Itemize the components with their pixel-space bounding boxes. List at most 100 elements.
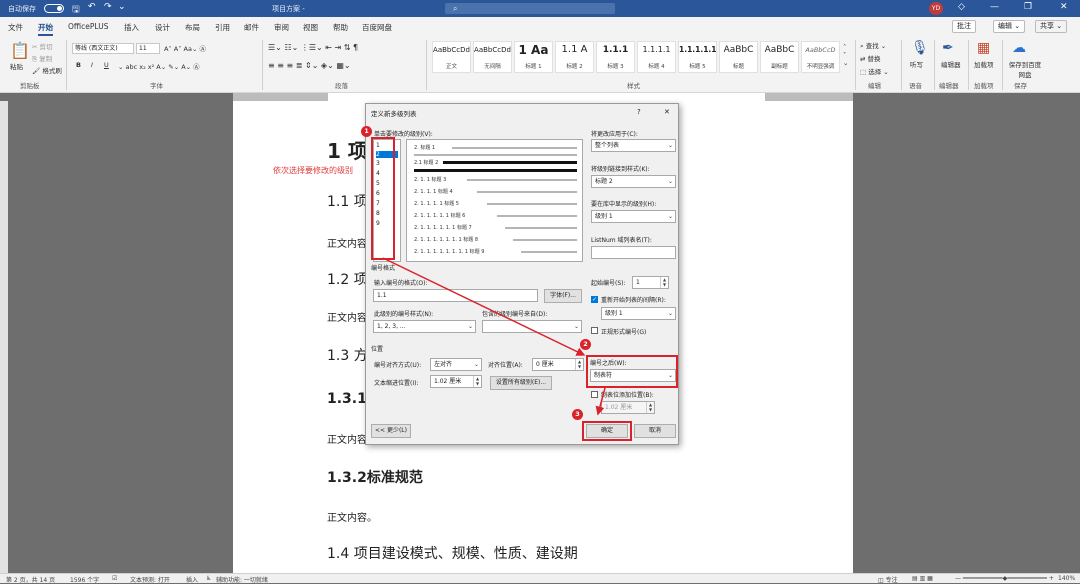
- select-button[interactable]: ⬚ 选择 ⌄: [860, 66, 889, 76]
- link-style-select[interactable]: 标题 2 ⌄: [591, 175, 676, 188]
- close-button[interactable]: ✕: [1060, 2, 1068, 12]
- qat-more-icon[interactable]: ⌄: [118, 2, 126, 12]
- copy-button[interactable]: ⎘ 复制: [32, 53, 52, 64]
- style-title[interactable]: AaBbC 标题: [719, 41, 758, 73]
- font-button[interactable]: 字体(F)...: [544, 289, 582, 303]
- paste-label[interactable]: 粘贴: [10, 61, 23, 71]
- bold-button[interactable]: B: [76, 61, 81, 69]
- search-box[interactable]: ⌕: [445, 3, 615, 14]
- heading-2[interactable]: 1.1 项: [327, 191, 368, 211]
- font-grow-icon[interactable]: A˄ A˅ Aa⌄ Ⓐ: [164, 43, 206, 53]
- zoom-level[interactable]: 140%: [1058, 575, 1075, 582]
- dialog-close-button[interactable]: ✕: [664, 108, 670, 116]
- autosave-toggle[interactable]: [44, 4, 64, 13]
- italic-button[interactable]: I: [91, 61, 93, 69]
- view-buttons-icon[interactable]: ▤ ▥ ▦: [912, 575, 933, 582]
- set-all-levels-button[interactable]: 设置所有级别(E)...: [490, 376, 552, 390]
- tab-stop-checkbox[interactable]: [591, 391, 598, 398]
- proofing-icon[interactable]: ☑: [112, 575, 117, 582]
- style-heading-2[interactable]: 1.1 A 标题 2: [555, 41, 594, 73]
- spin-arrows-icon[interactable]: ▲ ▼: [473, 376, 481, 387]
- styles-scroll-icon[interactable]: ˄ ˅ ⌄: [843, 43, 848, 67]
- tab-officeplus[interactable]: OfficePLUS: [68, 22, 108, 31]
- text-indent-input[interactable]: 1.02 厘米 ▲ ▼: [430, 375, 482, 388]
- redo-icon[interactable]: ↷: [104, 2, 112, 12]
- number-style-select[interactable]: 1, 2, 3, ... ⌄: [373, 320, 476, 333]
- alignment-select[interactable]: 左对齐 ⌄: [430, 358, 482, 371]
- replace-button[interactable]: ⇄ 替换: [860, 53, 881, 63]
- vertical-ruler[interactable]: [0, 101, 8, 573]
- less-button[interactable]: << 更少(L): [371, 424, 411, 438]
- addins-label[interactable]: 加载项: [974, 59, 994, 69]
- dictate-label[interactable]: 听写: [910, 59, 923, 69]
- style-subtitle[interactable]: AaBbC 副标题: [760, 41, 799, 73]
- heading-2[interactable]: 1.3 方: [327, 345, 368, 365]
- format-painter-button[interactable]: 🖌 格式刷: [32, 65, 62, 75]
- style-heading-3[interactable]: 1.1.1 标题 3: [596, 41, 635, 73]
- body-paragraph[interactable]: 正文内容: [327, 235, 367, 250]
- body-paragraph[interactable]: 正文内容。: [327, 509, 377, 524]
- list-buttons-icon[interactable]: ☰⌄ ☷⌄ ⋮☰⌄ ⇤ ⇥ ⇅ ¶: [268, 43, 358, 52]
- style-heading-4[interactable]: 1.1.1.1 标题 4: [637, 41, 676, 73]
- font-effects-icon[interactable]: ⌄ abc x₂ x² A⌄ ✎⌄ A⌄ Ⓐ: [118, 61, 200, 71]
- tab-design[interactable]: 设计: [155, 22, 170, 33]
- save-icon[interactable]: 🖫: [72, 2, 80, 18]
- body-paragraph[interactable]: 正文内容: [327, 309, 367, 324]
- legal-checkbox[interactable]: [591, 327, 598, 334]
- save-baidu-label[interactable]: 保存到百度网盘: [1006, 59, 1044, 79]
- start-at-input[interactable]: 1 ▲ ▼: [632, 276, 669, 289]
- tab-help[interactable]: 帮助: [333, 22, 348, 33]
- find-button[interactable]: ⌕ 查找 ⌄: [860, 40, 886, 51]
- tab-mailings[interactable]: 邮件: [244, 22, 259, 33]
- cancel-button[interactable]: 取消: [634, 424, 676, 438]
- heading-2[interactable]: 1.4 项目建设模式、规模、性质、建设期: [327, 543, 578, 563]
- gallery-level-select[interactable]: 级别 1 ⌄: [591, 210, 676, 223]
- number-format-input[interactable]: 1.1: [373, 289, 538, 302]
- heading-1[interactable]: 1 项: [327, 135, 368, 164]
- style-no-spacing[interactable]: AaBbCcDd 无间隔: [473, 41, 512, 73]
- align-buttons-icon[interactable]: ≡ ≡ ≡ ≣ ⇕⌄ ◈⌄ ▦⌄: [268, 61, 351, 70]
- addins-icon[interactable]: ▦: [977, 40, 990, 56]
- tab-file[interactable]: 文件: [8, 22, 23, 33]
- diamond-icon[interactable]: ◇: [958, 2, 965, 12]
- tab-view[interactable]: 视图: [303, 22, 318, 33]
- share-button[interactable]: 共享 ⌄: [1035, 20, 1068, 33]
- horizontal-ruler[interactable]: [233, 93, 853, 101]
- aligned-at-input[interactable]: 0 厘米 ▲ ▼: [532, 358, 584, 371]
- microphone-icon[interactable]: 🎙: [911, 40, 929, 56]
- restore-button[interactable]: ❐: [1024, 2, 1032, 12]
- paste-icon[interactable]: 📋: [10, 41, 30, 60]
- spin-arrows-icon[interactable]: ▲ ▼: [660, 277, 668, 288]
- tab-insert[interactable]: 插入: [124, 22, 139, 33]
- restart-level-select[interactable]: 级别 1 ⌄: [601, 307, 676, 320]
- tab-layout[interactable]: 布局: [185, 22, 200, 33]
- comments-button[interactable]: 批注: [952, 20, 976, 33]
- tab-review[interactable]: 审阅: [274, 22, 289, 33]
- zoom-slider[interactable]: — ━━━━━━━━━━━◆━━━━━━━━━━━ +: [955, 575, 1054, 582]
- minimize-button[interactable]: —: [990, 2, 999, 12]
- editor-icon[interactable]: ✒: [942, 40, 954, 56]
- avatar[interactable]: YD: [929, 2, 943, 15]
- font-name-combo[interactable]: 等线 (西文正文): [72, 43, 134, 54]
- help-button[interactable]: ?: [637, 108, 641, 116]
- undo-icon[interactable]: ↶: [88, 2, 96, 12]
- style-heading-1[interactable]: 1 Aa 标题 1: [514, 41, 553, 73]
- font-size-combo[interactable]: 11: [136, 43, 160, 54]
- style-heading-5[interactable]: 1.1.1.1.1 标题 5: [678, 41, 717, 73]
- restart-checkbox[interactable]: ✓: [591, 296, 598, 303]
- listnum-input[interactable]: [591, 246, 676, 259]
- apply-to-select[interactable]: 整个列表 ⌄: [591, 139, 676, 152]
- tab-home[interactable]: 开始: [38, 22, 53, 36]
- tab-baidu[interactable]: 百度网盘: [362, 22, 392, 33]
- editing-mode-button[interactable]: 编辑 ⌄: [993, 20, 1026, 33]
- include-level-select[interactable]: ⌄: [482, 320, 582, 333]
- body-paragraph[interactable]: 正文内容: [327, 431, 367, 446]
- tab-references[interactable]: 引用: [215, 22, 230, 33]
- underline-button[interactable]: U: [104, 61, 109, 69]
- heading-3[interactable]: 1.3.1: [327, 391, 367, 407]
- style-subtle-emphasis[interactable]: AaBbCcD 不明显强调: [801, 41, 840, 73]
- style-normal[interactable]: AaBbCcDd 正文: [432, 41, 471, 73]
- accessibility-icon[interactable]: ♿: [206, 575, 211, 582]
- spin-arrows-icon[interactable]: ▲ ▼: [575, 359, 583, 370]
- cut-button[interactable]: ✂ 剪切: [32, 41, 53, 51]
